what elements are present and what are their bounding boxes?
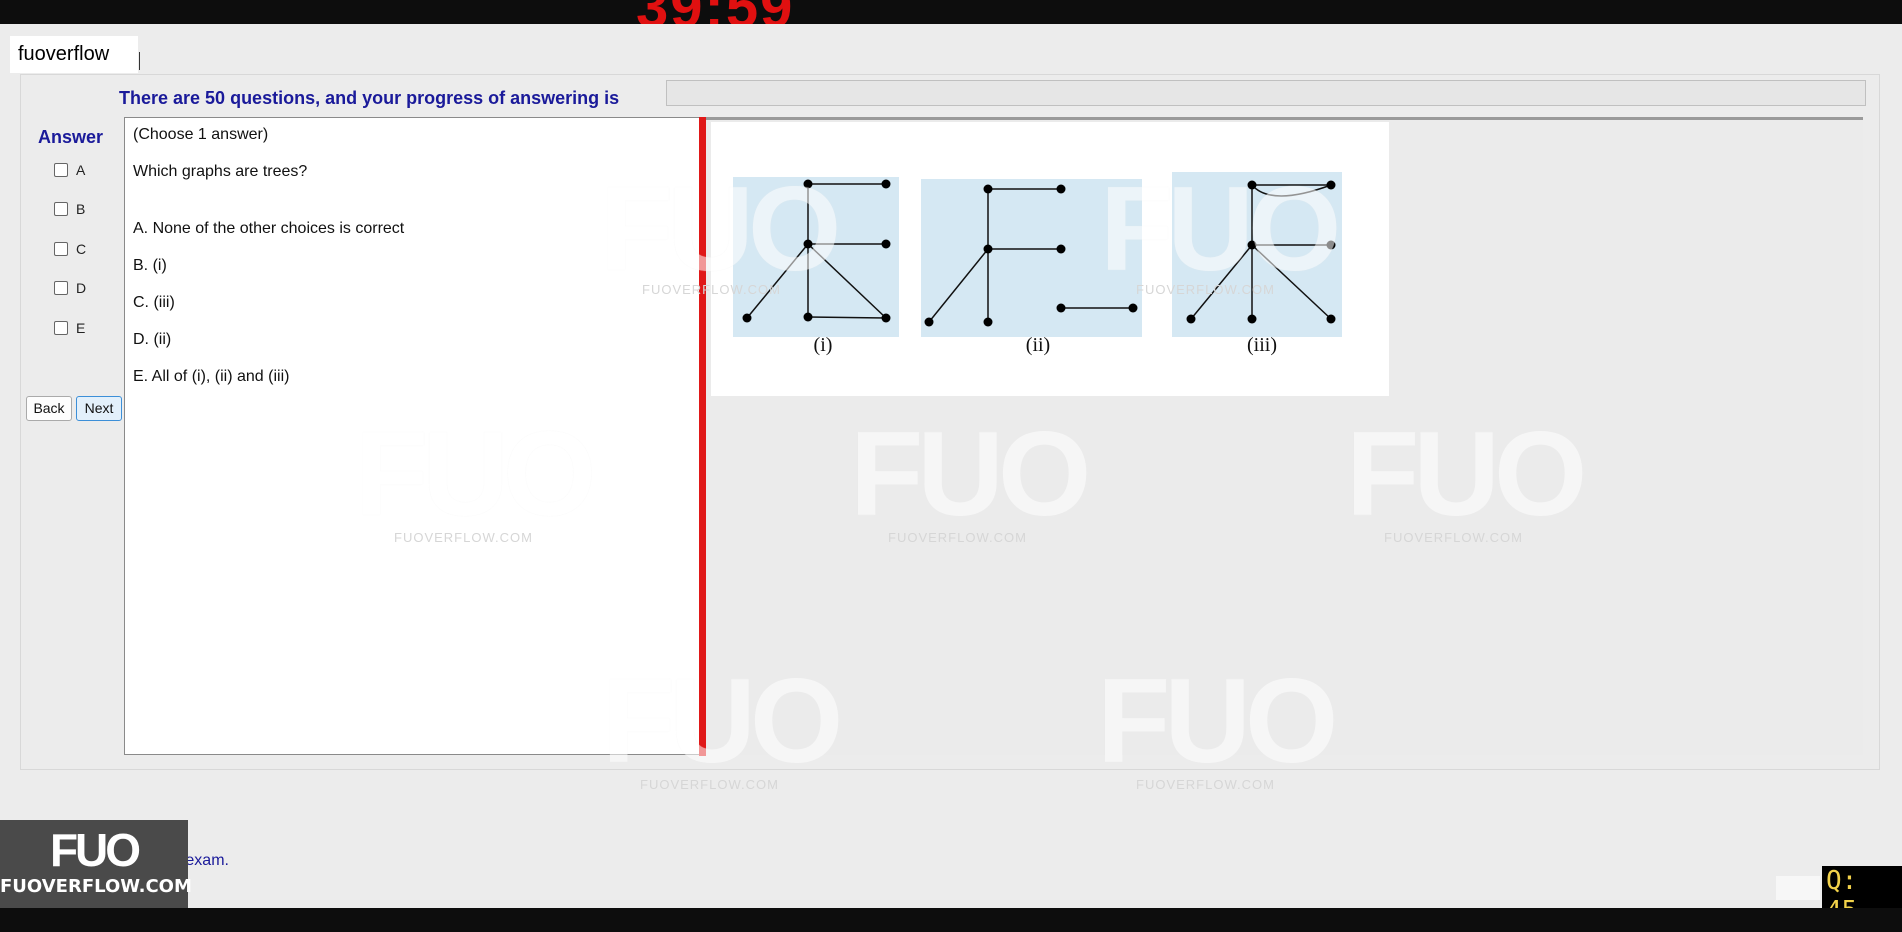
checkbox-c[interactable] <box>54 242 68 256</box>
choice-e: E. All of (i), (ii) and (iii) <box>133 368 290 385</box>
answer-option-b[interactable]: B <box>54 201 85 217</box>
watermark-logo: FUO <box>602 654 843 788</box>
question-text: Which graphs are trees? <box>133 163 308 180</box>
caption-iii: (iii) <box>1247 334 1277 356</box>
back-button[interactable]: Back <box>26 396 72 421</box>
watermark-logo: FUO <box>355 407 596 541</box>
watermark-text: FUOVERFLOW.COM <box>1136 282 1275 297</box>
option-label: A <box>76 162 86 178</box>
option-label: E <box>76 320 86 336</box>
watermark-logo: FUO <box>1100 162 1341 296</box>
question-instruction: (Choose 1 answer) <box>133 126 269 143</box>
checkbox-e[interactable] <box>54 321 68 335</box>
watermark-logo: FUO <box>1097 654 1338 788</box>
watermark-text: FUOVERFLOW.COM <box>642 282 781 297</box>
choice-d: D. (ii) <box>133 331 172 348</box>
watermark-text: FUOVERFLOW.COM <box>888 530 1027 545</box>
choice-a: A. None of the other choices is correct <box>133 220 405 237</box>
fuoverflow-logo: FUO FUOVERFLOW.COM <box>0 820 192 908</box>
watermark-text: FUOVERFLOW.COM <box>1384 530 1523 545</box>
option-label: C <box>76 241 87 257</box>
watermark-logo: FUO <box>600 162 841 296</box>
watermark-text: FUOVERFLOW.COM <box>1136 777 1275 792</box>
checkbox-d[interactable] <box>54 281 68 295</box>
answer-option-c[interactable]: C <box>54 241 86 257</box>
answer-option-a[interactable]: A <box>54 162 85 178</box>
checkbox-a[interactable] <box>54 163 68 177</box>
progress-label: There are 50 questions, and your progres… <box>119 88 620 108</box>
exam-timer: 39:59 <box>636 0 794 24</box>
caption-i: (i) <box>814 334 833 356</box>
watermark-text: FUOVERFLOW.COM <box>640 777 779 792</box>
bottom-bar <box>0 908 1902 932</box>
watermark-text: FUOVERFLOW.COM <box>394 530 533 545</box>
brand-label: fuoverflow <box>10 36 138 73</box>
top-bar: 39:59 <box>0 0 1902 24</box>
caption-ii: (ii) <box>1026 334 1050 356</box>
answer-option-e[interactable]: E <box>54 320 85 336</box>
choice-c: C. (iii) <box>133 294 175 311</box>
logo-wordmark: FUOVERFLOW.COM <box>0 876 192 897</box>
next-button[interactable]: Next <box>76 396 122 421</box>
option-label: D <box>76 280 87 296</box>
option-label: B <box>76 201 86 217</box>
choice-b: B. (i) <box>133 257 167 274</box>
watermark-logo: FUO <box>850 407 1091 541</box>
checkbox-b[interactable] <box>54 202 68 216</box>
hidden-button[interactable] <box>1776 876 1820 900</box>
answer-option-d[interactable]: D <box>54 280 86 296</box>
watermark-logo: FUO <box>1346 407 1587 541</box>
answer-title: Answer <box>38 127 104 147</box>
logo-mark: FUO <box>49 824 141 876</box>
text-caret <box>139 52 140 70</box>
progress-bar <box>666 80 1866 106</box>
